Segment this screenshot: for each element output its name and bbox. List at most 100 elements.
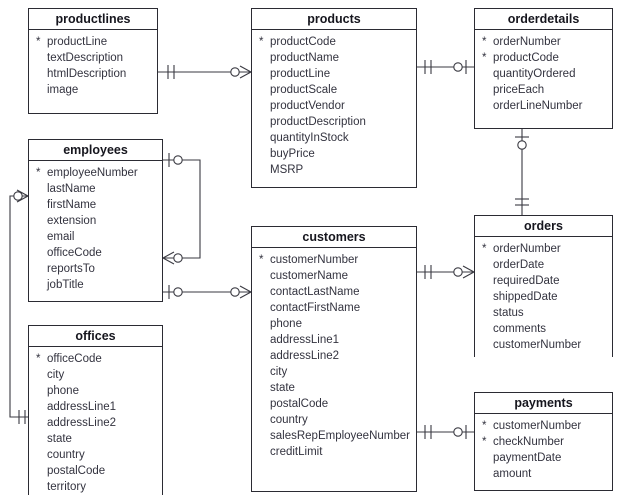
attribute-row: extension [29, 213, 162, 229]
attribute-label: amount [493, 468, 532, 480]
attribute-row-pk: * productLine [29, 34, 157, 50]
attribute-label: state [47, 433, 72, 445]
attribute-row-pk: * productCode [252, 34, 416, 50]
attribute-row: MSRP [252, 162, 416, 178]
entity-customers[interactable]: customers * customerNumber customerName cont… [251, 226, 417, 492]
entity-products[interactable]: products * productCode productName productLi… [251, 8, 417, 188]
attribute-row: image [29, 82, 157, 98]
attribute-row: shippedDate [475, 289, 612, 305]
attribute-row: paymentDate [475, 450, 612, 466]
attribute-row: customerName [252, 268, 416, 284]
primary-key-marker-icon: * [482, 436, 487, 448]
attribute-label: contactFirstName [270, 302, 361, 314]
attribute-row: city [252, 364, 416, 380]
connector-offices-employees [9, 189, 29, 424]
attribute-label: customerName [270, 270, 348, 282]
entity-title-employees: employees [29, 140, 162, 161]
attribute-label: productCode [270, 36, 336, 48]
attribute-row: lastName [29, 181, 162, 197]
attribute-row: state [252, 380, 416, 396]
attribute-row: territory [29, 479, 162, 495]
attribute-row: country [252, 412, 416, 428]
attribute-row-pk: * orderNumber [475, 34, 612, 50]
entity-productlines[interactable]: productlines * productLine textDescription h… [28, 8, 158, 114]
attribute-label: orderDate [493, 259, 545, 271]
attribute-row: addressLine2 [252, 348, 416, 364]
attribute-row-pk: * productCode [475, 50, 612, 66]
attribute-label: state [270, 382, 295, 394]
attribute-label: checkNumber [493, 436, 564, 448]
attribute-list-payments: * customerNumber * checkNumber paymentDate am… [475, 414, 612, 486]
attribute-list-orderdetails: * orderNumber * productCode quantityOrdered p… [475, 30, 612, 118]
attribute-row: creditLimit [252, 444, 416, 460]
attribute-row: textDescription [29, 50, 157, 66]
attribute-label: orderNumber [493, 36, 561, 48]
attribute-row: phone [252, 316, 416, 332]
primary-key-marker-icon: * [482, 243, 487, 255]
primary-key-marker-icon: * [36, 353, 41, 365]
connector-orderdetails-orders [515, 129, 529, 215]
attribute-row: contactLastName [252, 284, 416, 300]
attribute-label: orderNumber [493, 243, 561, 255]
attribute-label: email [47, 231, 75, 243]
connector-customers-payments [417, 425, 474, 439]
entity-title-offices: offices [29, 326, 162, 347]
entity-title-customers: customers [252, 227, 416, 248]
attribute-row: phone [29, 383, 162, 399]
entity-payments[interactable]: payments * customerNumber * checkNumber payme… [474, 392, 613, 491]
attribute-row: country [29, 447, 162, 463]
attribute-label: reportsTo [47, 263, 95, 275]
primary-key-marker-icon: * [36, 36, 41, 48]
attribute-row: productName [252, 50, 416, 66]
attribute-row: email [29, 229, 162, 245]
entity-orders[interactable]: orders * orderNumber orderDate requiredDate s… [474, 215, 613, 357]
attribute-row: postalCode [252, 396, 416, 412]
attribute-row: requiredDate [475, 273, 612, 289]
attribute-label: quantityInStock [270, 132, 349, 144]
attribute-label: country [47, 449, 85, 461]
attribute-row: addressLine1 [29, 399, 162, 415]
primary-key-marker-icon: * [259, 36, 264, 48]
attribute-row: addressLine2 [29, 415, 162, 431]
attribute-label: firstName [47, 199, 97, 211]
attribute-label: lastName [47, 183, 96, 195]
attribute-list-products: * productCode productName productLine produc… [252, 30, 416, 182]
attribute-label: postalCode [270, 398, 329, 410]
attribute-row: state [29, 431, 162, 447]
connector-products-orderdetails [417, 60, 474, 74]
attribute-row: buyPrice [252, 146, 416, 162]
primary-key-marker-icon: * [482, 420, 487, 432]
attribute-label: contactLastName [270, 286, 360, 298]
attribute-label: productScale [270, 84, 338, 96]
attribute-row: amount [475, 466, 612, 482]
attribute-label: postalCode [47, 465, 106, 477]
entity-orderdetails[interactable]: orderdetails * orderNumber * productCode quan… [474, 8, 613, 129]
attribute-row: quantityOrdered [475, 66, 612, 82]
attribute-label: country [270, 414, 308, 426]
attribute-label: status [493, 307, 524, 319]
attribute-label: buyPrice [270, 148, 315, 160]
connector-productlines-products [158, 65, 252, 79]
connector-employees-self [162, 153, 201, 265]
attribute-row: orderLineNumber [475, 98, 612, 114]
attribute-label: territory [47, 481, 86, 493]
entity-offices[interactable]: offices * officeCode city phone addressLine1 a… [28, 325, 163, 499]
attribute-row-pk: * customerNumber [475, 418, 612, 434]
entity-employees[interactable]: employees * employeeNumber lastName firstNam… [28, 139, 163, 302]
attribute-label: productLine [270, 68, 331, 80]
attribute-label: phone [47, 385, 79, 397]
attribute-label: image [47, 84, 79, 96]
attribute-label: employeeNumber [47, 167, 138, 179]
attribute-row-pk: * checkNumber [475, 434, 612, 450]
attribute-label: city [47, 369, 65, 381]
attribute-label: city [270, 366, 288, 378]
attribute-label: comments [493, 323, 547, 335]
attribute-label: shippedDate [493, 291, 558, 303]
attribute-row: jobTitle [29, 277, 162, 293]
attribute-row: productLine [252, 66, 416, 82]
attribute-label: addressLine1 [270, 334, 340, 346]
attribute-row: postalCode [29, 463, 162, 479]
attribute-row: orderDate [475, 257, 612, 273]
attribute-row: htmlDescription [29, 66, 157, 82]
attribute-label: officeCode [47, 353, 102, 365]
